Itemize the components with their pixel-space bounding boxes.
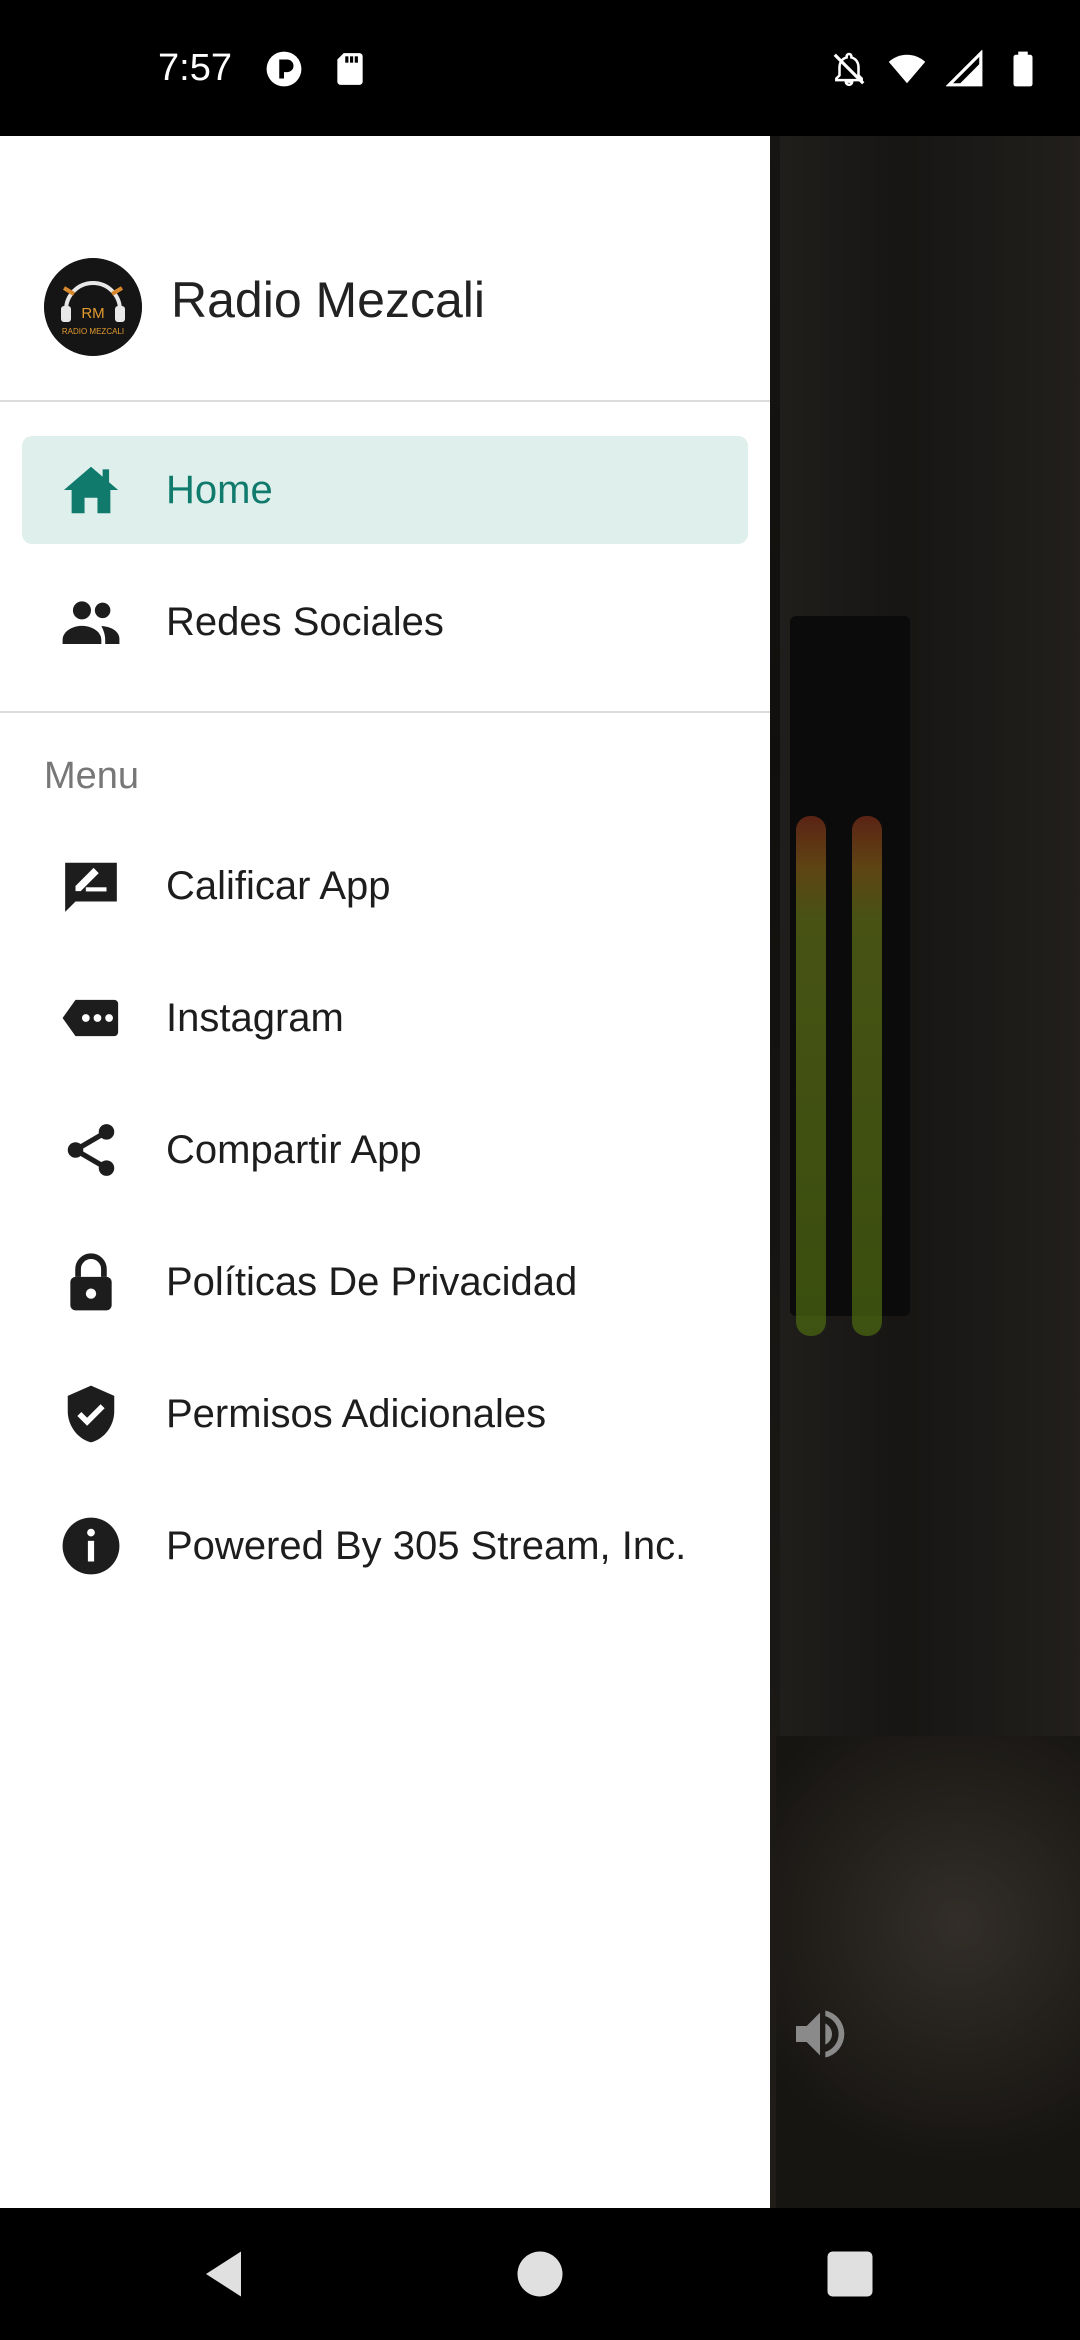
nav-item-home[interactable]: Home (22, 436, 748, 544)
nav-item-label: Instagram (166, 996, 344, 1040)
wifi-icon (888, 54, 926, 84)
drawer-header: RM RADIO MEZCALI Radio Mezcali (0, 136, 770, 402)
back-icon[interactable] (196, 2244, 256, 2304)
app-title: Radio Mezcali (171, 272, 486, 328)
share-icon (67, 1124, 115, 1176)
section-label-menu: Menu (44, 755, 140, 797)
home-icon (63, 466, 119, 514)
nav-item-label: Redes Sociales (166, 600, 444, 644)
notification-dot-icon (266, 51, 302, 87)
info-icon (62, 1517, 120, 1575)
bell-off-icon (833, 52, 865, 87)
nav-item-label: Powered By 305 Stream, Inc. (166, 1524, 687, 1568)
navigation-drawer: RM RADIO MEZCALI Radio Mezcali Home Rede… (0, 136, 770, 2208)
menu-item-compartir-app[interactable]: Compartir App (22, 1096, 748, 1204)
sd-card-icon (337, 53, 363, 85)
nav-item-label: Políticas De Privacidad (166, 1260, 578, 1304)
people-icon (62, 601, 120, 644)
header-divider (0, 400, 770, 402)
menu-item-calificar-app[interactable]: Calificar App (22, 832, 748, 940)
logo-text: RM (81, 305, 104, 322)
signal-icon (946, 50, 983, 87)
volume-icon[interactable] (788, 2002, 852, 2066)
status-time: 7:57 (158, 47, 232, 89)
home-button-icon[interactable] (510, 2244, 570, 2304)
menu-item-instagram[interactable]: Instagram (22, 964, 748, 1072)
menu-item-permisos-adicionales[interactable]: Permisos Adicionales (22, 1360, 748, 1468)
app-logo: RM RADIO MEZCALI (44, 258, 142, 356)
menu-item-powered-by[interactable]: Powered By 305 Stream, Inc. (22, 1492, 748, 1600)
chat-bubble-icon (62, 999, 119, 1037)
nav-item-label: Permisos Adicionales (166, 1392, 547, 1436)
menu-item-politicas-de-privacidad[interactable]: Políticas De Privacidad (22, 1228, 748, 1336)
nav-item-label: Compartir App (166, 1128, 422, 1172)
status-bar: 7:57 (0, 0, 1080, 136)
recents-icon[interactable] (820, 2244, 880, 2304)
shield-check-icon (67, 1385, 115, 1443)
battery-icon (1013, 51, 1033, 87)
system-navigation-bar (0, 2208, 1080, 2340)
nav-item-redes-sociales[interactable]: Redes Sociales (22, 568, 748, 676)
lock-icon (70, 1253, 112, 1311)
rate-review-icon (65, 862, 117, 912)
section-divider (0, 711, 770, 713)
nav-item-label: Home (166, 468, 273, 512)
nav-item-label: Calificar App (166, 864, 391, 908)
logo-subtext: RADIO MEZCALI (62, 327, 124, 336)
